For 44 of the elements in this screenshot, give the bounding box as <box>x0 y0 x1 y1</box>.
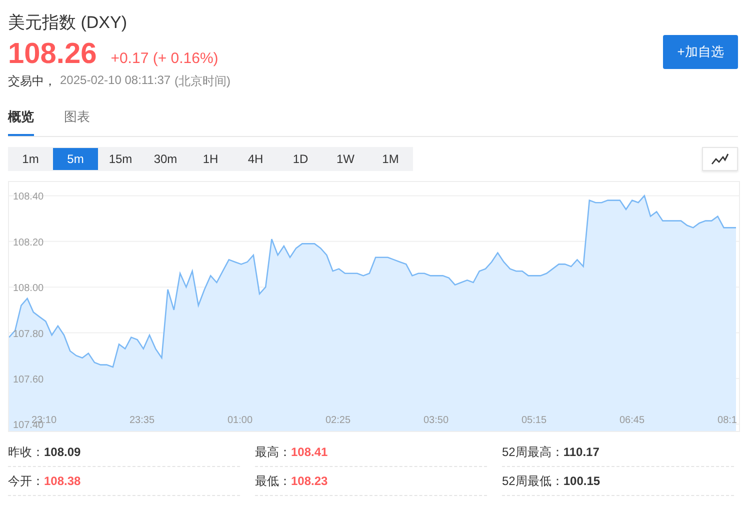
period-button[interactable]: 1W <box>323 148 368 170</box>
x-axis-label: 03:50 <box>423 415 449 426</box>
price-value: 108.26 <box>8 38 97 71</box>
timezone: (北京时间) <box>174 73 231 90</box>
period-button[interactable]: 5m <box>53 148 98 170</box>
trading-status: 交易中， <box>8 73 56 90</box>
y-axis-label: 107.60 <box>13 374 44 386</box>
stat-label: 最高： <box>255 444 291 460</box>
x-axis-label: 05:15 <box>521 415 547 426</box>
x-axis-label: 02:25 <box>325 415 351 426</box>
x-axis-label: 06:45 <box>619 415 645 426</box>
y-axis-label: 108.00 <box>13 283 44 294</box>
page-title: 美元指数 (DXY) <box>8 12 128 34</box>
stat-label: 52周最低： <box>502 472 564 490</box>
period-button[interactable]: 1H <box>188 148 233 170</box>
line-chart-icon <box>711 153 729 165</box>
stat-value: 108.38 <box>44 474 81 488</box>
stat-value: 108.23 <box>291 474 328 488</box>
price-change: +0.17 (+ 0.16%) <box>110 50 218 67</box>
y-axis-label: 107.80 <box>13 328 44 340</box>
period-button[interactable]: 1m <box>8 148 53 170</box>
period-button[interactable]: 30m <box>143 148 188 170</box>
stat-value: 110.17 <box>563 445 600 459</box>
tab[interactable]: 概览 <box>8 108 34 136</box>
chart-type-button[interactable] <box>702 147 738 171</box>
stat-label: 昨收： <box>8 444 44 460</box>
stat-value: 108.09 <box>44 445 81 459</box>
timestamp: 2025-02-10 08:11:37 <box>60 73 171 89</box>
period-button[interactable]: 1D <box>278 148 323 170</box>
stat-label: 今开： <box>8 472 44 490</box>
period-button[interactable]: 15m <box>98 148 143 170</box>
x-axis-label: 01:00 <box>227 415 253 426</box>
period-button[interactable]: 1M <box>368 148 413 170</box>
stat-value: 108.41 <box>291 445 328 459</box>
tab[interactable]: 图表 <box>64 108 90 136</box>
y-axis-label: 108.20 <box>13 237 44 248</box>
period-button[interactable]: 4H <box>233 148 278 170</box>
add-watchlist-button[interactable]: +加自选 <box>663 35 738 69</box>
x-axis-label: 23:35 <box>129 415 155 426</box>
stat-label: 52周最高： <box>502 444 564 460</box>
stat-label: 最低： <box>255 472 291 490</box>
y-axis-label: 108.40 <box>13 192 44 203</box>
stat-value: 100.15 <box>563 474 600 488</box>
x-axis-label: 08:1 <box>718 415 737 426</box>
